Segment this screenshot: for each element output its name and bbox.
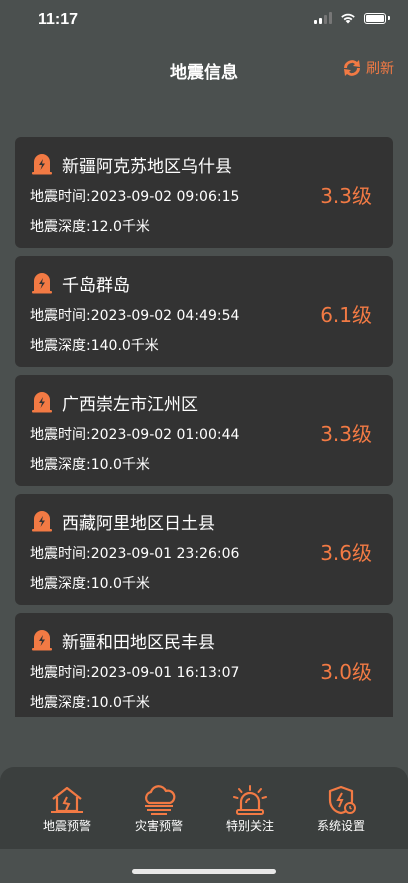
signal-icon xyxy=(314,12,332,24)
home-indicator[interactable] xyxy=(132,869,276,874)
refresh-label: 刷新 xyxy=(366,61,394,77)
quake-location: 广西崇左市江州区 xyxy=(62,395,198,415)
quake-alert-icon xyxy=(32,273,52,294)
quake-magnitude: 3.0级 xyxy=(320,660,372,684)
quake-alert-icon xyxy=(32,392,52,413)
quake-location: 新疆和田地区民丰县 xyxy=(62,633,215,653)
quake-alert-icon xyxy=(32,154,52,175)
tab-special-attention[interactable]: 特别关注 xyxy=(210,785,290,834)
quake-time: 地震时间:2023-09-02 04:49:54 xyxy=(30,308,240,324)
quake-alert-icon xyxy=(32,630,52,651)
house-quake-icon xyxy=(51,786,83,813)
quake-depth: 地震深度:140.0千米 xyxy=(30,338,159,354)
tab-disaster-warning[interactable]: 灾害预警 xyxy=(119,785,199,834)
quake-alert-icon xyxy=(32,511,52,532)
tab-bar: 地震预警 灾害预警 特别关注 系统设置 xyxy=(0,767,408,849)
tab-earthquake-warning[interactable]: 地震预警 xyxy=(27,785,107,834)
quake-card[interactable]: 千岛群岛 地震时间:2023-09-02 04:49:54 地震深度:140.0… xyxy=(15,256,393,367)
refresh-button[interactable]: 刷新 xyxy=(341,58,394,78)
status-icons xyxy=(314,12,390,24)
cloud-warning-icon xyxy=(145,785,176,815)
quake-location: 西藏阿里地区日土县 xyxy=(62,514,215,534)
quake-time: 地震时间:2023-09-02 09:06:15 xyxy=(30,189,240,205)
quake-depth: 地震深度:10.0千米 xyxy=(30,457,150,473)
quake-depth: 地震深度:10.0千米 xyxy=(30,576,150,592)
tab-system-settings[interactable]: 系统设置 xyxy=(301,785,381,834)
quake-location: 千岛群岛 xyxy=(62,276,130,296)
quake-card[interactable]: 广西崇左市江州区 地震时间:2023-09-02 01:00:44 地震深度:1… xyxy=(15,375,393,486)
shield-settings-icon xyxy=(328,785,356,815)
quake-magnitude: 3.3级 xyxy=(320,184,372,208)
tab-label: 灾害预警 xyxy=(134,819,183,833)
tab-label: 地震预警 xyxy=(42,819,91,833)
quake-depth: 地震深度:12.0千米 xyxy=(30,219,150,235)
tab-label: 特别关注 xyxy=(225,819,274,833)
quake-time: 地震时间:2023-09-02 01:00:44 xyxy=(30,427,240,443)
refresh-icon xyxy=(344,60,360,76)
status-bar: 11:17 xyxy=(0,0,408,44)
quake-time: 地震时间:2023-09-01 16:13:07 xyxy=(30,665,240,681)
quake-card[interactable]: 西藏阿里地区日土县 地震时间:2023-09-01 23:26:06 地震深度:… xyxy=(15,494,393,605)
quake-list[interactable]: 新疆阿克苏地区乌什县 地震时间:2023-09-02 09:06:15 地震深度… xyxy=(15,137,393,717)
wifi-icon xyxy=(341,13,355,24)
quake-card[interactable]: 新疆阿克苏地区乌什县 地震时间:2023-09-02 09:06:15 地震深度… xyxy=(15,137,393,248)
quake-magnitude: 6.1级 xyxy=(320,303,372,327)
quake-time: 地震时间:2023-09-01 23:26:06 xyxy=(30,546,240,562)
tab-label: 系统设置 xyxy=(316,819,365,833)
quake-magnitude: 3.6级 xyxy=(320,541,372,565)
quake-magnitude: 3.3级 xyxy=(320,422,372,446)
status-time: 11:17 xyxy=(38,11,79,28)
alarm-light-icon xyxy=(233,785,267,815)
quake-card[interactable]: 新疆和田地区民丰县 地震时间:2023-09-01 16:13:07 地震深度:… xyxy=(15,613,393,717)
quake-depth: 地震深度:10.0千米 xyxy=(30,695,150,711)
battery-icon xyxy=(364,12,386,24)
quake-location: 新疆阿克苏地区乌什县 xyxy=(62,157,232,177)
